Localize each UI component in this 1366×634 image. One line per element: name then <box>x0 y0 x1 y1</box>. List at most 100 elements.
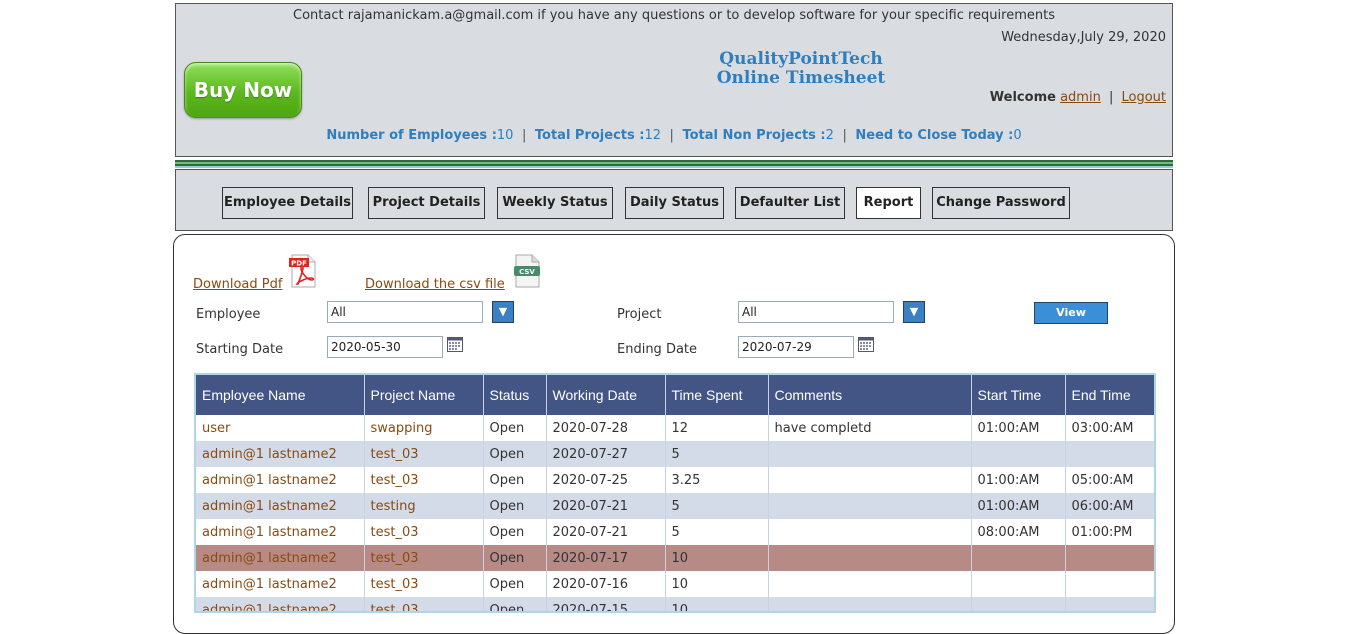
table-cell: Open <box>483 545 547 571</box>
main-nav: Employee Details Project Details Weekly … <box>175 169 1173 231</box>
report-table: Employee Name Project Name Status Workin… <box>196 375 1154 611</box>
nav-project-details[interactable]: Project Details <box>368 187 485 219</box>
table-cell <box>768 441 972 467</box>
table-cell <box>768 467 972 493</box>
nav-daily-status[interactable]: Daily Status <box>625 187 724 219</box>
table-cell: 2020-07-21 <box>546 493 666 519</box>
table-row[interactable]: admin@1 lastname2 test_03 Open 2020-07-21 5 0… <box>196 519 1154 545</box>
view-report-button[interactable]: View Report <box>1034 302 1108 339</box>
employee-dropdown-button[interactable]: ▼ <box>492 301 514 323</box>
table-cell: test_03 <box>364 467 484 493</box>
column-header[interactable]: Project Name <box>364 375 484 415</box>
table-cell: Open <box>483 519 547 545</box>
column-header[interactable]: Employee Name <box>196 375 365 415</box>
nav-change-password[interactable]: Change Password <box>932 187 1070 219</box>
logout-link[interactable]: Logout <box>1121 90 1166 105</box>
stat-close-today-value: 0 <box>1013 128 1022 143</box>
table-cell <box>971 597 1066 611</box>
table-row[interactable]: admin@1 lastname2 testing Open 2020-07-21 5 0… <box>196 493 1154 519</box>
table-cell <box>971 545 1066 571</box>
table-cell <box>1065 597 1154 611</box>
user-link[interactable]: admin <box>1060 90 1101 105</box>
table-row[interactable]: admin@1 lastname2 test_03 Open 2020-07-16 10 <box>196 571 1154 597</box>
table-cell: Open <box>483 441 547 467</box>
table-cell: user <box>196 415 365 441</box>
table-row[interactable]: user swapping Open 2020-07-28 12 have complet… <box>196 415 1154 441</box>
table-cell: 10 <box>665 571 769 597</box>
welcome-separator: | <box>1108 90 1114 105</box>
nav-employee-details[interactable]: Employee Details <box>222 187 353 219</box>
table-row[interactable]: admin@1 lastname2 test_03 Open 2020-07-27 5 <box>196 441 1154 467</box>
table-cell <box>768 519 972 545</box>
table-cell: 2020-07-28 <box>546 415 666 441</box>
table-row[interactable]: admin@1 lastname2 test_03 Open 2020-07-25 3.… <box>196 467 1154 493</box>
project-select[interactable]: All <box>738 301 894 323</box>
welcome-label: Welcome <box>989 90 1056 105</box>
table-row[interactable]: admin@1 lastname2 test_03 Open 2020-07-15 10 <box>196 597 1154 611</box>
pdf-icon[interactable]: PDF <box>289 254 317 288</box>
buy-now-button[interactable]: Buy Now <box>184 62 302 118</box>
table-cell: admin@1 lastname2 <box>196 545 365 571</box>
table-cell: 01:00:AM <box>971 415 1066 441</box>
table-cell: test_03 <box>364 441 484 467</box>
column-header[interactable]: End Time <box>1065 375 1154 415</box>
table-cell: Open <box>483 493 547 519</box>
download-pdf-link[interactable]: Download Pdf <box>193 277 282 292</box>
column-header[interactable]: Working Date <box>546 375 666 415</box>
stats-bar: Number of Employees :10 | Total Projects… <box>176 128 1172 143</box>
table-cell: 05:00:AM <box>1065 467 1154 493</box>
table-cell: test_03 <box>364 597 484 611</box>
table-cell: 2020-07-27 <box>546 441 666 467</box>
starting-date-label: Starting Date <box>196 342 284 357</box>
table-cell: 12 <box>665 415 769 441</box>
ending-date-input[interactable]: 2020-07-29 <box>738 336 854 358</box>
table-cell: swapping <box>364 415 484 441</box>
column-header[interactable]: Time Spent <box>665 375 769 415</box>
brand-title: QualityPointTech Online Timesheet <box>676 50 926 88</box>
column-header[interactable]: Start Time <box>971 375 1066 415</box>
nav-defaulter-list[interactable]: Defaulter List <box>735 187 845 219</box>
table-row[interactable]: admin@1 lastname2 test_03 Open 2020-07-17 10 <box>196 545 1154 571</box>
table-cell: admin@1 lastname2 <box>196 597 365 611</box>
employee-select[interactable]: All <box>327 301 483 323</box>
table-cell: admin@1 lastname2 <box>196 519 365 545</box>
stat-projects-label: Total Projects : <box>534 128 645 143</box>
starting-date-input[interactable]: 2020-05-30 <box>327 336 443 358</box>
stat-projects-value: 12 <box>644 128 662 143</box>
table-cell: testing <box>364 493 484 519</box>
column-header[interactable]: Status <box>483 375 547 415</box>
table-cell <box>1065 571 1154 597</box>
table-cell <box>1065 545 1154 571</box>
table-cell <box>768 545 972 571</box>
calendar-icon[interactable] <box>858 337 874 352</box>
csv-icon-text: CSV <box>519 268 535 276</box>
employee-label: Employee <box>196 307 261 322</box>
pdf-icon-text: PDF <box>291 260 307 268</box>
current-date: Wednesday,July 29, 2020 <box>1001 30 1166 45</box>
table-cell: admin@1 lastname2 <box>196 441 365 467</box>
table-cell: 10 <box>665 545 769 571</box>
table-cell: 5 <box>665 519 769 545</box>
table-cell: 2020-07-25 <box>546 467 666 493</box>
table-cell: Open <box>483 571 547 597</box>
table-cell: 01:00:AM <box>971 493 1066 519</box>
column-header[interactable]: Comments <box>768 375 972 415</box>
download-csv-link[interactable]: Download the csv file <box>365 277 505 292</box>
table-cell: 10 <box>665 597 769 611</box>
project-dropdown-button[interactable]: ▼ <box>903 301 925 323</box>
table-cell: Open <box>483 415 547 441</box>
calendar-icon[interactable] <box>447 337 463 352</box>
table-cell: 2020-07-16 <box>546 571 666 597</box>
ending-date-label: Ending Date <box>617 342 698 357</box>
csv-icon[interactable]: CSV <box>513 254 541 288</box>
table-cell: admin@1 lastname2 <box>196 493 365 519</box>
table-cell: admin@1 lastname2 <box>196 571 365 597</box>
table-cell: 01:00:PM <box>1065 519 1154 545</box>
stat-nonprojects-label: Total Non Projects : <box>682 128 826 143</box>
table-cell <box>768 571 972 597</box>
table-cell: have completd <box>768 415 972 441</box>
nav-report[interactable]: Report <box>856 187 921 219</box>
table-cell: 5 <box>665 441 769 467</box>
table-cell <box>768 597 972 611</box>
nav-weekly-status[interactable]: Weekly Status <box>497 187 613 219</box>
